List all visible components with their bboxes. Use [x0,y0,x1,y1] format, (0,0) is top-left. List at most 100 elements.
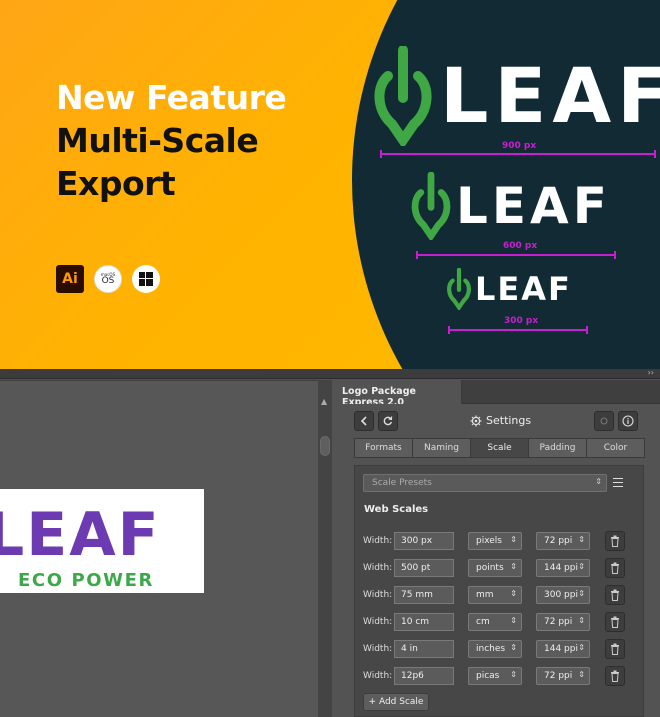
ppi-select[interactable]: 144 ppi ⇕ [536,559,590,577]
panel-dock-strip: ›› [0,368,660,379]
updown-arrows-icon: ⇕ [578,562,585,571]
platform-icons: Ai macOS OS [56,265,160,293]
width-label: Width: [363,617,393,627]
width-label: Width: [363,644,393,654]
artboard: LEAF ECO POWER [0,489,204,593]
leaf-logo-large: LEAF [372,46,660,146]
scale-row: Width: 300 px pixels ⇕ 72 ppi ⇕ [363,531,639,552]
panel-body: Settings Formats Naming Scale Padding Co… [334,404,660,717]
leaf-power-icon [447,268,471,310]
scale-row: Width: 12p6 picas ⇕ 72 ppi ⇕ [363,666,639,687]
ppi-value: 300 ppi [544,590,578,600]
ppi-value: 144 ppi [544,644,578,654]
trash-icon[interactable] [605,531,625,551]
ppi-select[interactable]: 300 ppi ⇕ [536,586,590,604]
unit-select[interactable]: pixels ⇕ [468,532,522,550]
vertical-scrollbar[interactable]: ▲ [318,380,332,717]
dimension-line-300 [448,326,588,334]
macos-icon: macOS OS [94,265,122,293]
leaf-power-icon [374,46,432,146]
promo-banner: New Feature Multi-Scale Export Ai macOS … [0,0,660,369]
tab-naming[interactable]: Naming [412,438,471,458]
ppi-value: 72 ppi [544,617,573,627]
updown-arrows-icon: ⇕ [510,670,517,679]
collapse-panels-icon[interactable]: ›› [648,368,654,377]
trash-icon[interactable] [605,585,625,605]
scroll-thumb[interactable] [320,436,330,456]
updown-arrows-icon: ⇕ [510,589,517,598]
width-label: Width: [363,671,393,681]
unit-select[interactable]: picas ⇕ [468,667,522,685]
width-input[interactable]: 10 cm [394,613,454,631]
updown-arrows-icon: ⇕ [510,643,517,652]
width-label: Width: [363,563,393,573]
updown-arrows-icon: ⇕ [578,535,585,544]
trash-icon[interactable] [605,612,625,632]
unit-select[interactable]: inches ⇕ [468,640,522,658]
artboard-leaf-word: LEAF [0,500,161,570]
dimension-line-900 [380,150,656,158]
width-label: Width: [363,536,393,546]
add-scale-button[interactable]: + Add Scale [363,693,429,711]
tab-padding[interactable]: Padding [528,438,587,458]
updown-arrows-icon: ⇕ [578,589,585,598]
gear-icon [470,415,482,426]
document-canvas[interactable]: LEAF ECO POWER [0,380,318,717]
width-input[interactable]: 12p6 [394,667,454,685]
unit-value: inches [476,644,506,654]
scale-tab-content: Scale Presets ⇕ Web Scales Width: 300 px… [354,465,644,717]
trash-icon[interactable] [605,558,625,578]
headline-line-1: New Feature [56,78,287,117]
unit-select[interactable]: mm ⇕ [468,586,522,604]
ppi-value: 72 ppi [544,671,573,681]
unit-select[interactable]: cm ⇕ [468,613,522,631]
updown-arrows-icon: ⇕ [578,643,585,652]
macos-os-label: OS [101,275,115,286]
hamburger-menu-icon[interactable] [613,475,623,489]
ppi-value: 72 ppi [544,536,573,546]
tab-color[interactable]: Color [586,438,645,458]
trash-icon[interactable] [605,639,625,659]
leaf-wordmark-large: LEAF [440,51,660,140]
unit-value: mm [476,590,494,600]
width-input[interactable]: 75 mm [394,586,454,604]
ppi-select[interactable]: 72 ppi ⇕ [536,667,590,685]
unit-value: cm [476,617,490,627]
width-input[interactable]: 500 pt [394,559,454,577]
settings-heading: Settings [470,414,531,427]
width-input[interactable]: 4 in [394,640,454,658]
settings-tabs: Formats Naming Scale Padding Color [354,438,645,458]
info-icon[interactable] [618,411,638,431]
refresh-icon[interactable] [378,411,398,431]
width-input[interactable]: 300 px [394,532,454,550]
panel-title-tab[interactable]: Logo Package Express 2.0 [334,380,462,408]
panel-toolbar: Settings [354,411,644,433]
scale-presets-dropdown[interactable]: Scale Presets ⇕ [363,474,607,492]
dimension-label-600: 600 px [503,241,538,251]
ppi-select[interactable]: 144 ppi ⇕ [536,640,590,658]
unit-value: points [476,563,504,573]
scroll-up-icon[interactable]: ▲ [321,397,327,406]
scale-presets-placeholder: Scale Presets [372,478,432,488]
leaf-logo-medium: LEAF [410,172,611,240]
leaf-logo-small: LEAF [446,268,572,310]
updown-arrows-icon: ⇕ [595,477,602,486]
ppi-select[interactable]: 72 ppi ⇕ [536,532,590,550]
scale-row: Width: 500 pt points ⇕ 144 ppi ⇕ [363,558,639,579]
chevron-left-icon[interactable] [354,411,374,431]
tab-scale[interactable]: Scale [470,438,529,458]
logo-package-panel: Logo Package Express 2.0 Settings Format… [334,380,660,717]
artboard-tagline: ECO POWER [18,570,154,591]
windows-icon [132,265,160,293]
unit-select[interactable]: points ⇕ [468,559,522,577]
gear-icon[interactable] [594,411,614,431]
tab-formats[interactable]: Formats [354,438,413,458]
dimension-label-900: 900 px [502,141,537,151]
ppi-select[interactable]: 72 ppi ⇕ [536,613,590,631]
width-label: Width: [363,590,393,600]
updown-arrows-icon: ⇕ [578,670,585,679]
headline-line-3: Export [56,164,176,203]
trash-icon[interactable] [605,666,625,686]
updown-arrows-icon: ⇕ [510,535,517,544]
scale-row: Width: 75 mm mm ⇕ 300 ppi ⇕ [363,585,639,606]
